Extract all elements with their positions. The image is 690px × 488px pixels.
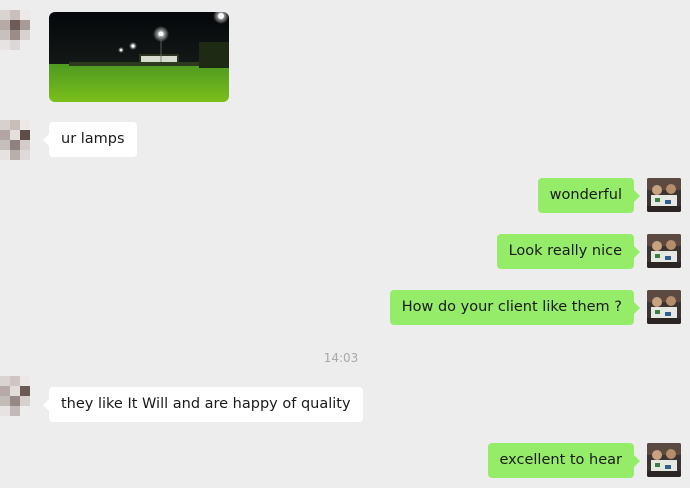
message-text: Look really nice <box>508 243 622 259</box>
message-bubble-outgoing[interactable]: Look really nice <box>496 234 641 269</box>
user-avatar[interactable] <box>647 443 681 477</box>
message-bubble-outgoing[interactable]: excellent to hear <box>487 443 641 478</box>
field-photo <box>49 12 229 102</box>
user-avatar[interactable] <box>647 178 681 212</box>
message-text: excellent to hear <box>499 452 622 468</box>
user-avatar-photo <box>647 178 681 212</box>
message-bubble-outgoing[interactable]: wonderful <box>537 178 641 213</box>
contact-avatar[interactable] <box>0 10 38 56</box>
image-message-floodlit-field[interactable] <box>49 12 229 102</box>
user-avatar-photo <box>647 443 681 477</box>
user-avatar[interactable] <box>647 290 681 324</box>
contact-avatar[interactable] <box>0 376 38 422</box>
message-bubble-incoming[interactable]: they like It Will and are happy of quali… <box>43 387 363 422</box>
message-text: ur lamps <box>61 131 125 147</box>
message-bubble-outgoing[interactable]: How do your client like them ? <box>389 290 641 325</box>
message-bubble-incoming[interactable]: ur lamps <box>43 122 137 157</box>
message-text: How do your client like them ? <box>401 299 622 315</box>
message-timestamp: 14:03 <box>323 351 359 365</box>
contact-avatar[interactable] <box>0 120 38 166</box>
message-text: wonderful <box>549 187 622 203</box>
message-text: they like It Will and are happy of quali… <box>61 396 351 412</box>
chat-window: ur lamps wonderful Look really nice How … <box>0 0 690 488</box>
user-avatar-photo <box>647 234 681 268</box>
user-avatar[interactable] <box>647 234 681 268</box>
user-avatar-photo <box>647 290 681 324</box>
